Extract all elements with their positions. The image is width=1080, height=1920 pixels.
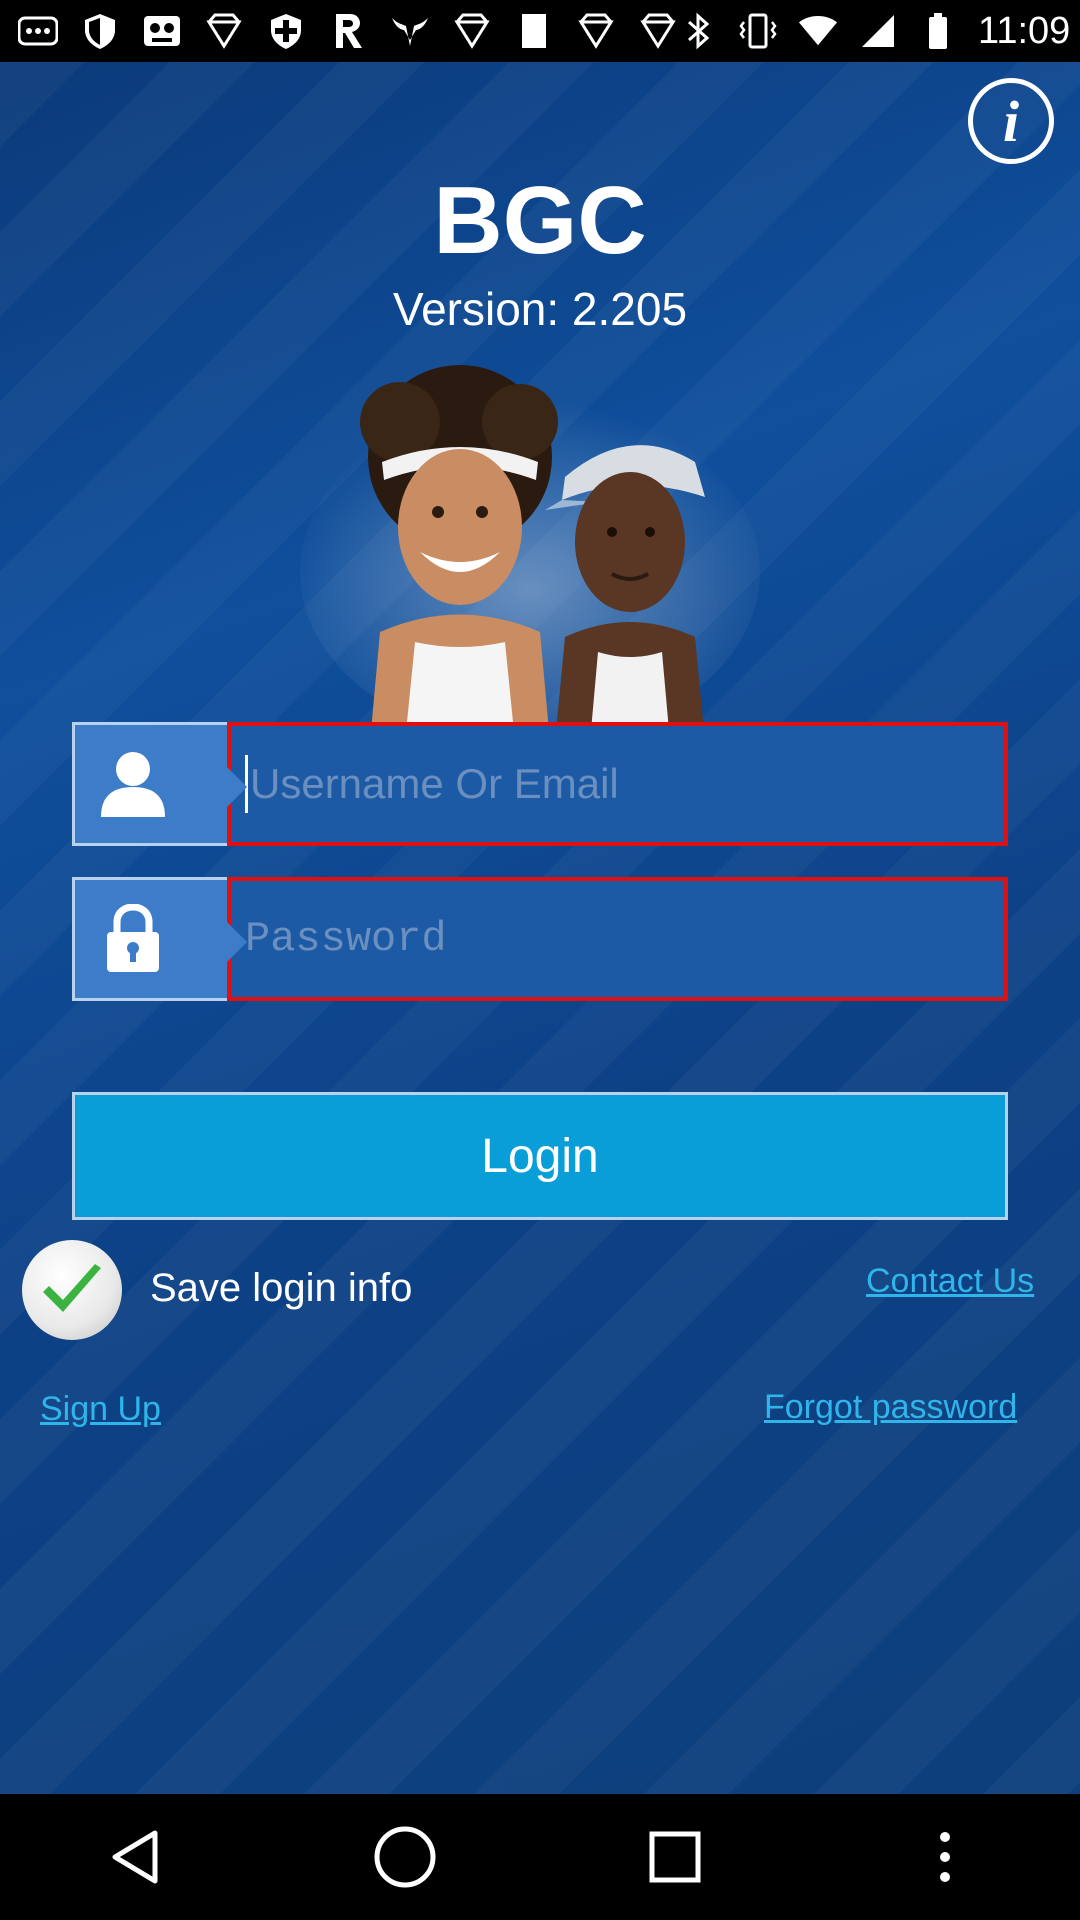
game-icon bbox=[142, 11, 182, 51]
version-label: Version: 2.205 bbox=[392, 283, 688, 335]
sign-up-link[interactable]: Sign Up bbox=[40, 1390, 161, 1429]
app-title: BGC bbox=[433, 167, 647, 274]
navigation-bar bbox=[0, 1794, 1080, 1920]
home-icon[interactable] bbox=[365, 1817, 445, 1897]
clock: 11:09 bbox=[978, 9, 1071, 52]
status-bar: 11:09 bbox=[0, 0, 1080, 62]
password-placeholder: Password bbox=[245, 915, 447, 963]
forgot-password-link[interactable]: Forgot password bbox=[764, 1388, 1017, 1427]
system-status: 11:09 bbox=[678, 10, 1070, 53]
bull-icon bbox=[390, 11, 430, 51]
shield-icon bbox=[266, 11, 306, 51]
bluetooth-icon bbox=[678, 11, 718, 51]
contact-us-link[interactable]: Contact Us bbox=[866, 1262, 1034, 1301]
save-login-checkbox[interactable] bbox=[22, 1240, 122, 1340]
username-input[interactable]: Username Or Email bbox=[227, 722, 1008, 846]
app-logo-illustration bbox=[300, 365, 760, 742]
back-icon[interactable] bbox=[95, 1817, 175, 1897]
diamond-icon bbox=[452, 11, 492, 51]
more-icon bbox=[18, 11, 58, 51]
login-button[interactable]: Login bbox=[72, 1092, 1008, 1220]
square-icon bbox=[514, 11, 554, 51]
diamond-icon bbox=[638, 11, 678, 51]
password-input[interactable]: Password bbox=[227, 877, 1008, 1001]
checkmark-icon bbox=[43, 1264, 101, 1312]
username-row: Username Or Email bbox=[72, 722, 1008, 846]
recents-icon[interactable] bbox=[635, 1817, 715, 1897]
signal-icon bbox=[858, 11, 898, 51]
battery-icon bbox=[918, 11, 958, 51]
r-icon bbox=[328, 11, 368, 51]
diamond-icon bbox=[204, 11, 244, 51]
info-icon[interactable]: i bbox=[968, 78, 1054, 164]
shield-icon bbox=[80, 11, 120, 51]
menu-icon[interactable] bbox=[905, 1817, 985, 1897]
user-icon bbox=[72, 722, 247, 846]
password-row: Password bbox=[72, 877, 1008, 1001]
login-screen: i BGC Version: 2.205 Username Or Email P… bbox=[0, 62, 1080, 1794]
vibrate-icon bbox=[738, 11, 778, 51]
diamond-icon bbox=[576, 11, 616, 51]
username-placeholder: Username Or Email bbox=[250, 760, 619, 807]
lock-icon bbox=[72, 877, 247, 1001]
notification-icons bbox=[18, 11, 678, 51]
wifi-icon bbox=[798, 11, 838, 51]
save-login-label: Save login info bbox=[150, 1266, 413, 1310]
